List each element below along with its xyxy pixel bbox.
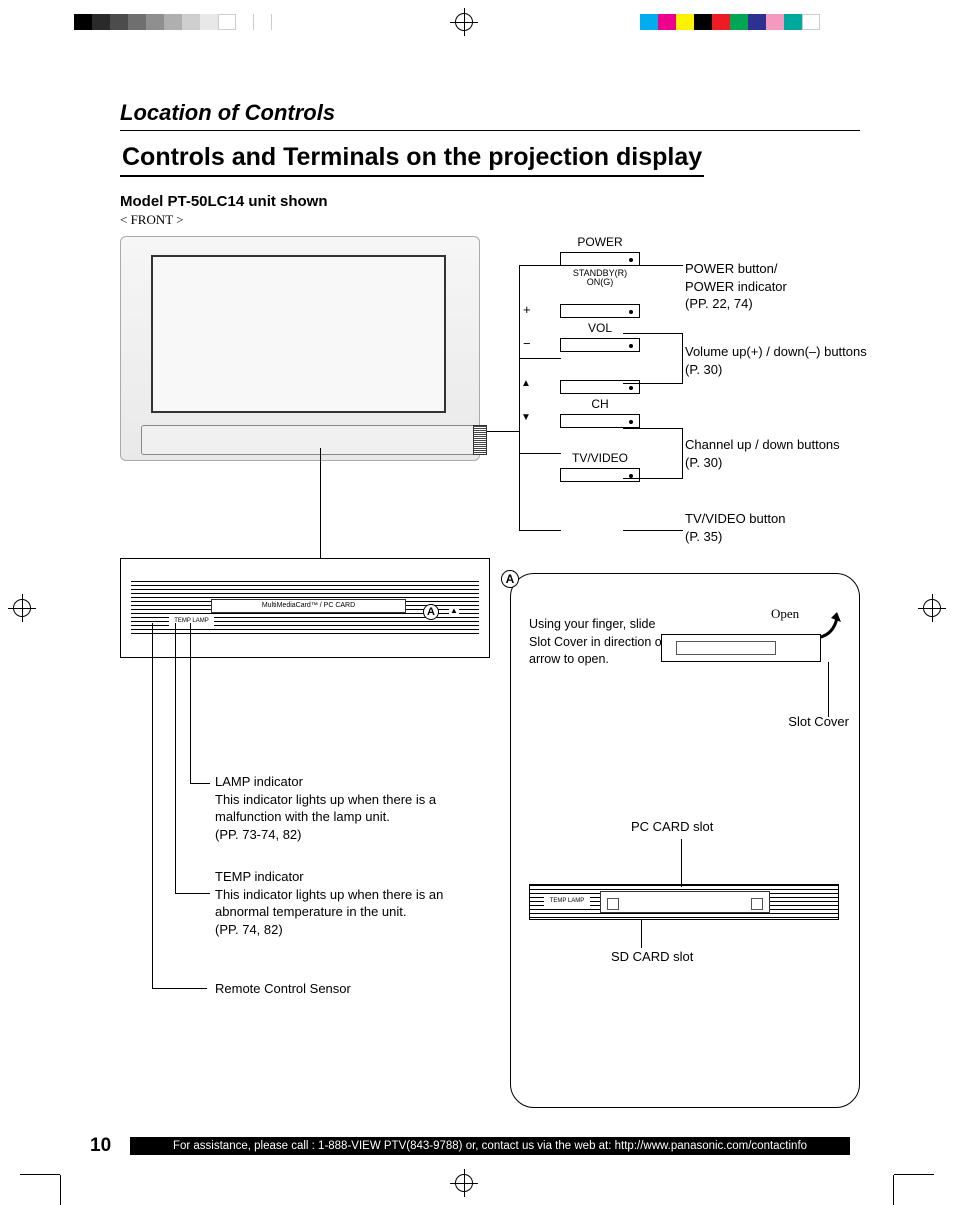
power-button-diagram	[560, 252, 640, 266]
open-word: Open	[771, 606, 799, 622]
remote-sensor-callout: Remote Control Sensor	[215, 980, 495, 998]
ch-label: CH	[535, 397, 665, 411]
card-slot-strip: MultiMediaCard™ / PC CARD	[211, 599, 406, 613]
channel-callout: Channel up / down buttons(P. 30)	[685, 436, 875, 471]
tvvideo-callout: TV/VIDEO button(P. 35)	[685, 510, 875, 545]
vol-up-button-diagram	[560, 304, 640, 318]
tvvideo-button-diagram	[560, 468, 640, 482]
reference-a-marker: A	[423, 604, 439, 620]
section-title: Location of Controls	[120, 100, 860, 131]
volume-callout: Volume up(+) / down(–) buttons(P. 30)	[685, 343, 875, 378]
minus-symbol: −	[523, 336, 531, 351]
control-button-column: POWER STANDBY(R)ON(G) + VOL − ▲ CH	[535, 233, 665, 485]
pc-card-label: PC CARD slot	[631, 819, 751, 834]
up-arrow-icon: ▲	[521, 378, 531, 389]
standby-label: STANDBY(R)ON(G)	[535, 269, 665, 287]
model-line: Model PT-50LC14 unit shown	[120, 193, 860, 210]
power-label: POWER	[535, 235, 665, 249]
slot-cover-label: Slot Cover	[788, 714, 849, 729]
crop-mark	[893, 1175, 894, 1205]
ch-down-button-diagram	[560, 414, 640, 428]
registration-mark	[8, 594, 36, 622]
temp-callout: TEMP indicatorThis indicator lights up w…	[215, 868, 495, 938]
vol-down-button-diagram	[560, 338, 640, 352]
crop-mark	[60, 1175, 61, 1205]
reference-a-marker: A	[501, 570, 519, 588]
lamp-callout: LAMP indicatorThis indicator lights up w…	[215, 773, 495, 843]
page-number: 10	[90, 1135, 111, 1157]
down-arrow-icon: ▼	[521, 412, 531, 423]
slot-cover-diagram: Open	[661, 604, 841, 684]
crop-mark	[20, 1174, 60, 1175]
plus-symbol: +	[523, 302, 531, 317]
eject-icon: ▲	[449, 606, 459, 616]
front-label: < FRONT >	[120, 212, 860, 228]
sd-card-label: SD CARD slot	[611, 949, 731, 964]
registration-mark	[450, 1169, 478, 1197]
tv-front-illustration	[120, 236, 480, 461]
main-title: Controls and Terminals on the projection…	[120, 143, 704, 177]
crop-mark	[894, 1174, 934, 1175]
power-callout: POWER button/POWER indicator(PP. 22, 74)	[685, 260, 875, 313]
card-slot-open-diagram: TEMP LAMP	[529, 884, 839, 920]
slot-open-instruction: Using your finger, slide Slot Cover in d…	[529, 616, 669, 669]
registration-mark	[450, 8, 478, 36]
assistance-footer: For assistance, please call : 1-888-VIEW…	[130, 1137, 850, 1155]
registration-mark	[918, 594, 946, 622]
panel-a-detail-box: A Using your finger, slide Slot Cover in…	[510, 573, 860, 1108]
